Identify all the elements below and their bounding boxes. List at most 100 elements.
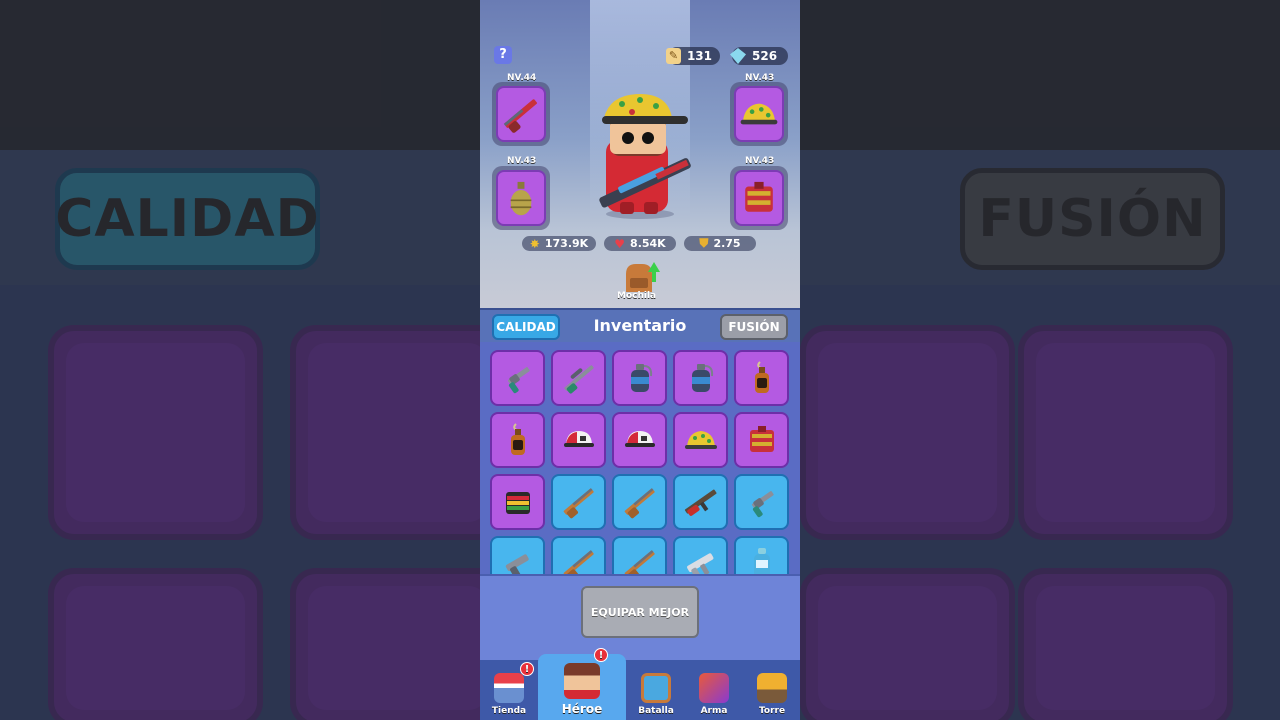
inventory-item[interactable]	[612, 350, 667, 406]
heart-icon: ♥	[614, 236, 626, 251]
gem-count: 526	[752, 49, 778, 63]
inventory-item[interactable]	[673, 412, 728, 468]
inventory-item[interactable]	[490, 536, 545, 574]
hat-slot[interactable]	[730, 82, 788, 146]
grenade-slot[interactable]	[492, 166, 550, 230]
shotgun-icon	[624, 488, 655, 519]
scroll-count: 131	[686, 49, 712, 63]
vest-slot-box	[734, 170, 784, 226]
nav-tower[interactable]: Torre	[744, 660, 800, 720]
nav-hero-label: Héroe	[561, 702, 603, 716]
inventory-item[interactable]	[551, 474, 606, 530]
scroll-icon: ✎	[666, 48, 681, 64]
inventory-grid-area	[480, 342, 800, 574]
inventory-item[interactable]	[673, 350, 728, 406]
hero-area: ? ✎ 131 526 NV.44 NV.43 NV.43 NV.43 ✸ 17…	[480, 0, 800, 308]
shield-icon: ⛊	[699, 236, 709, 250]
bottom-nav: Tienda ! Héroe ! Batalla Arma Torre	[480, 648, 800, 720]
nav-weapon[interactable]: Arma	[686, 660, 742, 720]
attack-stat: ✸ 173.9K	[522, 236, 596, 251]
defense-value: 2.75	[713, 237, 741, 250]
weapon-cards-icon	[699, 673, 729, 703]
hero-character	[599, 94, 691, 219]
shop-icon	[494, 673, 524, 703]
tower-icon	[757, 673, 787, 703]
health-stat: ♥ 8.54K	[604, 236, 676, 251]
fusion-tab[interactable]: FUSIÓN	[720, 314, 788, 340]
inventory-item[interactable]	[490, 350, 545, 406]
shotgun-icon	[503, 99, 537, 133]
rasta-vest-icon	[505, 492, 530, 514]
shotgun-icon	[563, 550, 594, 574]
cap-icon	[563, 431, 594, 447]
vest-level: NV.43	[745, 156, 775, 166]
revolver-icon	[507, 367, 530, 394]
hat-slot-box	[734, 86, 784, 142]
pistol-icon	[505, 554, 529, 574]
inventory-item[interactable]	[612, 474, 667, 530]
inventory-item[interactable]	[734, 474, 789, 530]
sniper-icon	[563, 365, 594, 394]
grenade-icon	[510, 181, 532, 216]
camo-hat-icon	[740, 103, 778, 125]
nav-weapon-label: Arma	[700, 706, 728, 716]
nav-battle[interactable]: Batalla	[628, 660, 684, 720]
inventory-item[interactable]	[734, 412, 789, 468]
vest-icon	[745, 181, 773, 212]
vest-icon	[749, 426, 774, 452]
molotov-icon	[754, 361, 769, 393]
scroll-counter[interactable]: ✎ 131	[666, 47, 720, 65]
spray-icon	[753, 548, 770, 574]
defense-stat: ⛊ 2.75	[684, 236, 756, 251]
inventory-item[interactable]	[612, 536, 667, 574]
inventory-item[interactable]	[551, 412, 606, 468]
inventory-item[interactable]	[734, 350, 789, 406]
inventory-item[interactable]	[673, 536, 728, 574]
bottom-panel: EQUIPAR MEJOR Tienda ! Héroe ! Batalla A…	[480, 574, 800, 720]
gem-icon	[730, 48, 746, 64]
backpack-label: Mochila	[617, 291, 657, 301]
camo-hat-icon	[684, 431, 717, 449]
attack-icon: ✸	[529, 236, 540, 251]
inventory-item[interactable]	[490, 474, 545, 530]
hero-icon	[564, 663, 600, 699]
game-screen: ? ✎ 131 526 NV.44 NV.43 NV.43 NV.43 ✸ 17…	[480, 0, 800, 720]
rifle-icon	[684, 489, 716, 516]
quality-tab[interactable]: CALIDAD	[492, 314, 560, 340]
help-icon[interactable]: ?	[494, 46, 512, 64]
weapon-slot[interactable]	[492, 82, 550, 146]
nav-hero[interactable]: Héroe !	[538, 648, 626, 720]
nav-shop[interactable]: Tienda !	[482, 660, 536, 720]
nav-shop-label: Tienda	[491, 706, 527, 716]
attack-value: 173.9K	[544, 237, 589, 250]
revolver-icon	[751, 491, 774, 518]
weapon-slot-box	[496, 86, 546, 142]
molotov-icon	[510, 423, 525, 455]
smg-icon	[686, 553, 713, 574]
vest-slot[interactable]	[730, 166, 788, 230]
inventory-title: Inventario	[593, 316, 687, 335]
health-value: 8.54K	[630, 237, 666, 250]
shop-badge: !	[520, 662, 534, 676]
inventory-grid	[490, 350, 790, 574]
shotgun-icon	[624, 550, 655, 574]
inventory-header: CALIDAD Inventario FUSIÓN	[480, 308, 800, 342]
gem-counter[interactable]: 526	[730, 47, 788, 65]
grenade-icon	[691, 364, 713, 392]
equip-best-button[interactable]: EQUIPAR MEJOR	[581, 586, 699, 638]
grenade-slot-box	[496, 170, 546, 226]
nav-tower-label: Torre	[758, 706, 786, 716]
inventory-item[interactable]	[490, 412, 545, 468]
nav-battle-label: Batalla	[638, 706, 674, 716]
inventory-item[interactable]	[673, 474, 728, 530]
inventory-item[interactable]	[734, 536, 789, 574]
battle-icon	[641, 673, 671, 703]
grenade-icon	[630, 364, 652, 392]
cap-icon	[624, 431, 655, 447]
inventory-item[interactable]	[551, 536, 606, 574]
inventory-item[interactable]	[612, 412, 667, 468]
hero-badge: !	[594, 648, 608, 662]
grenade-level: NV.43	[507, 156, 537, 166]
shotgun-icon	[563, 488, 594, 519]
inventory-item[interactable]	[551, 350, 606, 406]
